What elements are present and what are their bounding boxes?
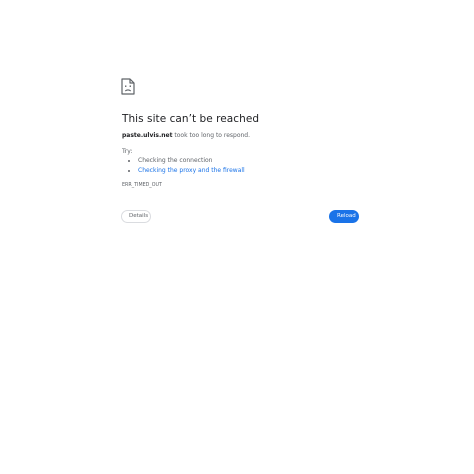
error-page: This site can’t be reached paste.ulvis.n… (0, 0, 474, 474)
host-name: paste.ulvis.net (122, 132, 173, 139)
error-code: ERR_TIMED_OUT (122, 183, 162, 188)
message-suffix: took too long to respond. (172, 132, 251, 139)
suggestion-check-proxy-link[interactable]: Checking the proxy and the firewall (138, 167, 245, 174)
page-title: This site can’t be reached (122, 113, 260, 125)
suggestion-item: Checking the proxy and the firewall (138, 166, 245, 176)
details-button-label: Details (129, 213, 149, 219)
suggestion-list: Checking the connection Checking the pro… (131, 156, 245, 176)
suggestion-item: Checking the connection (138, 156, 245, 166)
details-button[interactable]: Details (121, 210, 151, 223)
reload-button[interactable]: Reload (329, 210, 359, 223)
sad-page-icon (121, 78, 135, 95)
suggestion-check-connection: Checking the connection (138, 157, 213, 164)
error-message: paste.ulvis.net took too long to respond… (122, 131, 250, 140)
try-label: Try: (122, 148, 133, 155)
